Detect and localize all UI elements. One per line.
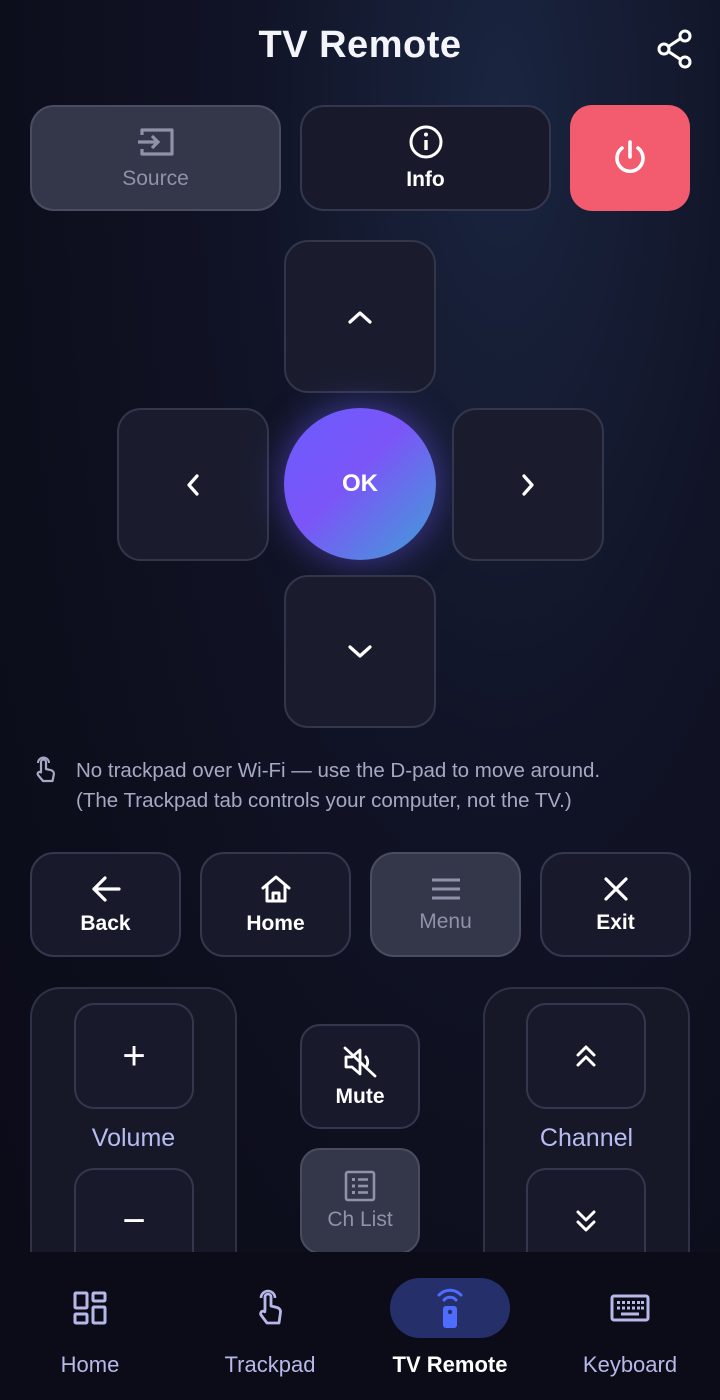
double-chevron-down-icon — [576, 1210, 596, 1232]
dpad-left-button[interactable] — [117, 408, 269, 561]
volume-label: Volume — [91, 1124, 176, 1152]
home-button[interactable]: Home — [200, 852, 351, 957]
chevron-up-icon — [348, 310, 372, 324]
hint-line-1: No trackpad over Wi-Fi — use the D-pad t… — [76, 759, 601, 782]
exit-button[interactable]: Exit — [540, 852, 691, 957]
channel-label: Channel — [539, 1124, 634, 1152]
mute-icon — [343, 1046, 377, 1077]
dpad-up-button[interactable] — [284, 240, 436, 393]
dpad-down-button[interactable] — [284, 575, 436, 728]
input-source-icon — [137, 128, 174, 156]
volume-down-button[interactable]: − — [74, 1168, 194, 1252]
back-label: Back — [80, 911, 131, 935]
info-button[interactable]: Info — [300, 105, 551, 211]
chevron-left-icon — [187, 473, 199, 496]
nav-label-keyboard: Keyboard — [582, 1352, 678, 1377]
remote-screen: TV Remote Source Info OK No trackpad ove… — [0, 0, 720, 1252]
touch-icon — [259, 1289, 282, 1325]
home-icon — [261, 875, 290, 902]
page-title: TV Remote — [258, 24, 462, 66]
mute-button[interactable]: Mute — [300, 1024, 420, 1129]
hint-line-2: (The Trackpad tab controls your computer… — [76, 789, 572, 812]
back-button[interactable]: Back — [30, 852, 181, 957]
chevron-right-icon — [522, 473, 534, 496]
ok-button[interactable]: OK — [284, 408, 436, 560]
close-icon — [603, 876, 628, 901]
power-button[interactable] — [570, 105, 690, 211]
volume-up-button[interactable]: + — [74, 1003, 194, 1109]
menu-button[interactable]: Menu — [370, 852, 521, 957]
list-icon — [344, 1170, 376, 1202]
remote-icon — [437, 1288, 463, 1328]
source-button[interactable]: Source — [30, 105, 281, 211]
plus-icon: + — [122, 1034, 146, 1078]
dpad-right-button[interactable] — [452, 408, 604, 561]
keyboard-icon — [610, 1294, 650, 1322]
bottom-nav: Home Trackpad TV Remote Keyboard — [0, 1252, 720, 1400]
nav-item-trackpad[interactable]: Trackpad — [200, 1278, 340, 1378]
active-indicator — [390, 1278, 510, 1338]
power-icon — [615, 140, 645, 174]
menu-icon — [431, 878, 460, 899]
home-label: Home — [246, 911, 305, 935]
double-chevron-up-icon — [576, 1045, 596, 1067]
info-icon — [409, 125, 442, 159]
chevron-down-icon — [348, 644, 372, 658]
ch-list-label: Ch List — [327, 1208, 393, 1231]
share-icon — [657, 29, 692, 69]
ch-list-button[interactable]: Ch List — [300, 1148, 420, 1252]
touch-icon — [36, 756, 55, 783]
mute-label: Mute — [335, 1084, 385, 1108]
share-button[interactable] — [652, 26, 698, 72]
exit-label: Exit — [596, 910, 635, 934]
nav-item-keyboard[interactable]: Keyboard — [570, 1278, 690, 1378]
info-label: Info — [406, 168, 445, 191]
minus-icon: − — [122, 1199, 146, 1243]
nav-item-home[interactable]: Home — [30, 1278, 150, 1378]
nav-label-home: Home — [60, 1352, 120, 1377]
nav-label-trackpad: Trackpad — [224, 1352, 316, 1377]
source-label: Source — [122, 167, 189, 190]
channel-up-button[interactable] — [526, 1003, 646, 1109]
dashboard-icon — [73, 1291, 107, 1325]
nav-label-tv-remote: TV Remote — [392, 1352, 508, 1377]
nav-item-tv-remote[interactable]: TV Remote — [370, 1278, 530, 1378]
arrow-left-icon — [91, 875, 121, 902]
menu-label: Menu — [419, 909, 472, 933]
channel-down-button[interactable] — [526, 1168, 646, 1252]
